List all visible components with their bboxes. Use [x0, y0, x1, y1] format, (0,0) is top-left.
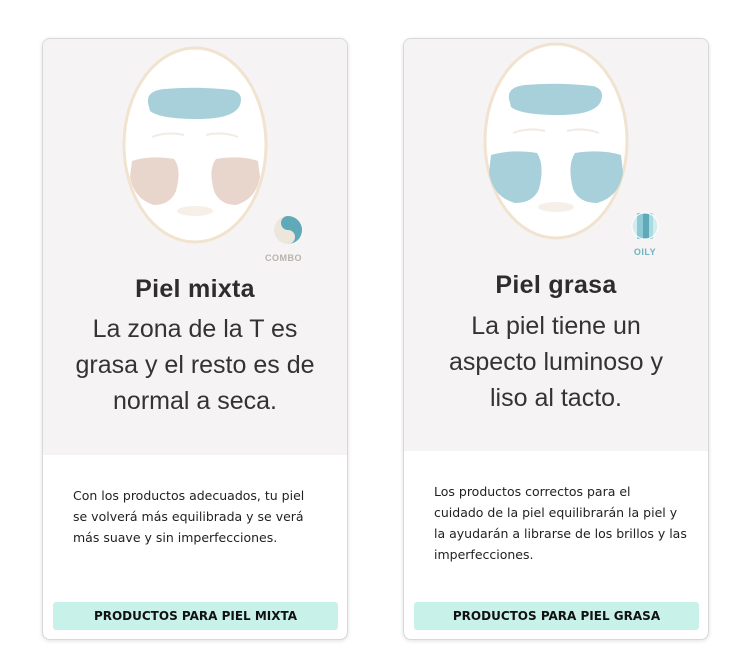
card-subtitle: La piel tiene un aspecto luminoso y liso…: [428, 308, 684, 416]
subtitle-line: liso al tacto.: [489, 384, 622, 412]
products-mixta-button[interactable]: PRODUCTOS PARA PIEL MIXTA: [53, 602, 338, 630]
card-title: Piel mixta: [135, 275, 255, 303]
description-line: se volverá más equilibrada y se verá: [73, 509, 304, 524]
combination-skin-icon: [274, 216, 302, 244]
subtitle-line: La piel tiene un: [471, 312, 641, 340]
description-line: imperfecciones.: [434, 547, 534, 562]
products-grasa-button[interactable]: PRODUCTOS PARA PIEL GRASA: [414, 602, 699, 630]
card-hero: OILY Piel grasa La piel tiene un aspecto…: [404, 39, 708, 451]
card-description: Con los productos adecuados, tu piel se …: [73, 485, 313, 548]
skin-type-card-grasa: OILY Piel grasa La piel tiene un aspecto…: [403, 38, 709, 640]
card-subtitle: La zona de la T es grasa y el resto es d…: [55, 311, 335, 419]
description-line: Con los productos adecuados, tu piel: [73, 488, 305, 503]
description-line: cuidado de la piel equilibrarán la piel …: [434, 505, 678, 520]
skin-badge: OILY: [620, 211, 670, 257]
face-illustration: [122, 46, 268, 244]
badge-label: OILY: [633, 247, 657, 257]
oily-skin-icon: [631, 212, 659, 240]
description-line: más suave y sin imperfecciones.: [73, 530, 278, 545]
skin-badge: COMBO: [263, 213, 313, 263]
subtitle-line: aspecto luminoso y: [448, 348, 663, 376]
face-illustration: [483, 42, 629, 240]
card-description: Los productos correctos para el cuidado …: [434, 481, 689, 565]
subtitle-line: normal a seca.: [113, 387, 277, 415]
subtitle-line: La zona de la T es: [92, 315, 298, 343]
subtitle-line: grasa y el resto es de: [75, 351, 315, 379]
card-hero: COMBO Piel mixta La zona de la T es gras…: [43, 39, 347, 455]
card-title: Piel grasa: [495, 271, 617, 299]
description-line: la ayudarán a librarse de los brillos y …: [434, 526, 687, 541]
description-line: Los productos correctos para el: [434, 484, 631, 499]
skin-type-card-mixta: COMBO Piel mixta La zona de la T es gras…: [42, 38, 348, 640]
badge-label: COMBO: [265, 253, 302, 263]
